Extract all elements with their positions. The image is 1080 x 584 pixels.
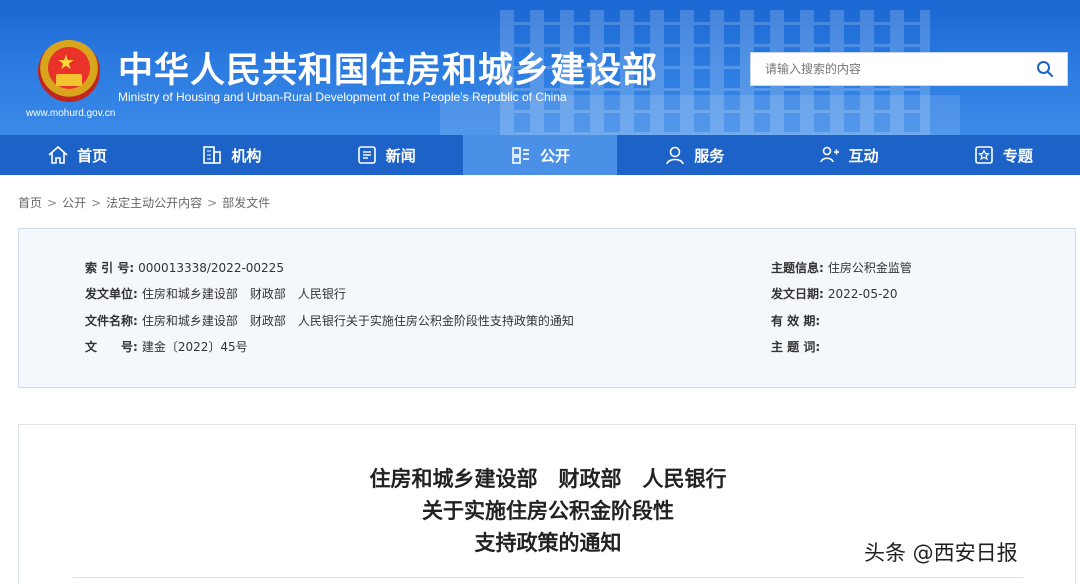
search-box (750, 52, 1068, 86)
nav-item-organization[interactable]: 机构 (154, 135, 308, 175)
title-divider (73, 577, 1023, 578)
document-title-line: 关于实施住房公积金阶段性 (422, 499, 674, 523)
info-issuer: 发文单位: 住房和城乡建设部 财政部 人民银行 (85, 285, 346, 302)
topic-icon (975, 146, 993, 164)
interact-icon (819, 146, 839, 163)
info-value: 000013338/2022-00225 (138, 261, 284, 275)
nav-item-service[interactable]: 服务 (617, 135, 771, 175)
info-validity: 有 效 期: (771, 312, 824, 329)
star-icon: ★ (57, 50, 75, 74)
site-title[interactable]: 中华人民共和国住房和城乡建设部 (118, 42, 658, 93)
info-value: 建金〔2022〕45号 (141, 340, 248, 354)
disclosure-icon (512, 147, 529, 164)
info-label: 有 效 期: (771, 314, 821, 328)
info-label: 主题信息: (771, 261, 824, 275)
breadcrumb-separator: > (47, 196, 58, 210)
info-value: 住房和城乡建设部 财政部 人民银行 (141, 287, 346, 301)
info-subject: 主题信息: 住房公积金监管 (771, 259, 912, 276)
breadcrumb-separator: > (91, 196, 102, 210)
search-icon (1037, 61, 1053, 77)
site-subtitle: Ministry of Housing and Urban-Rural Deve… (118, 90, 567, 104)
document-info-panel: 索 引 号: 000013338/2022-00225 发文单位: 住房和城乡建设部… (18, 228, 1076, 388)
info-index: 索 引 号: 000013338/2022-00225 (85, 259, 284, 276)
nav-item-interact[interactable]: 互动 (771, 135, 925, 175)
nav-item-home[interactable]: 首页 (0, 135, 154, 175)
info-label: 文 号: (85, 340, 138, 354)
source-watermark: 头条 @西安日报 (864, 541, 1018, 565)
info-filename: 文件名称: 住房和城乡建设部 财政部 人民银行关于实施住房公积金阶段性支持政策的通… (85, 312, 574, 329)
site-header: ★ www.mohurd.gov.cn 中华人民共和国住房和城乡建设部 Mini… (0, 0, 1080, 135)
breadcrumb-ministry-docs[interactable]: 部发文件 (222, 196, 270, 210)
search-input[interactable] (751, 53, 1021, 85)
building-icon (203, 146, 222, 164)
site-url: www.mohurd.gov.cn (26, 108, 116, 119)
nav-label: 公开 (539, 146, 570, 165)
info-docno: 文 号: 建金〔2022〕45号 (85, 338, 248, 355)
document-title-line: 住房和城乡建设部 财政部 人民银行 (369, 467, 727, 491)
search-button[interactable] (1023, 53, 1067, 85)
info-date: 发文日期: 2022-05-20 (771, 285, 898, 302)
info-label: 发文日期: (771, 287, 824, 301)
gate-icon (56, 74, 82, 86)
breadcrumb-disclosure[interactable]: 公开 (62, 196, 86, 210)
breadcrumb-statutory[interactable]: 法定主动公开内容 (106, 196, 202, 210)
nav-item-news[interactable]: 新闻 (309, 135, 463, 175)
main-nav: 首页 机构 新闻 公开 服务 互动 专题 (0, 135, 1080, 175)
info-value: 2022-05-20 (827, 287, 898, 301)
info-value: 住房公积金监管 (827, 261, 912, 275)
national-emblem-icon[interactable]: ★ (38, 40, 100, 102)
news-icon (357, 146, 376, 164)
service-icon (666, 146, 685, 165)
nav-label: 服务 (694, 146, 725, 165)
info-label: 索 引 号: (85, 261, 135, 275)
nav-label: 机构 (231, 146, 262, 165)
info-keywords: 主 题 词: (771, 338, 824, 355)
nav-item-topic[interactable]: 专题 (926, 135, 1080, 175)
info-label: 文件名称: (85, 314, 138, 328)
nav-label: 专题 (1002, 146, 1033, 165)
breadcrumb-separator: > (207, 196, 218, 210)
home-icon (48, 145, 68, 164)
info-label: 发文单位: (85, 287, 138, 301)
nav-label: 新闻 (385, 146, 416, 165)
breadcrumb: 首页 > 公开 > 法定主动公开内容 > 部发文件 (18, 194, 270, 211)
nav-label: 互动 (848, 146, 879, 165)
breadcrumb-home[interactable]: 首页 (18, 196, 42, 210)
nav-item-disclosure[interactable]: 公开 (462, 135, 618, 175)
info-value: 住房和城乡建设部 财政部 人民银行关于实施住房公积金阶段性支持政策的通知 (141, 314, 574, 328)
nav-label: 首页 (77, 146, 108, 165)
info-label: 主 题 词: (771, 340, 821, 354)
